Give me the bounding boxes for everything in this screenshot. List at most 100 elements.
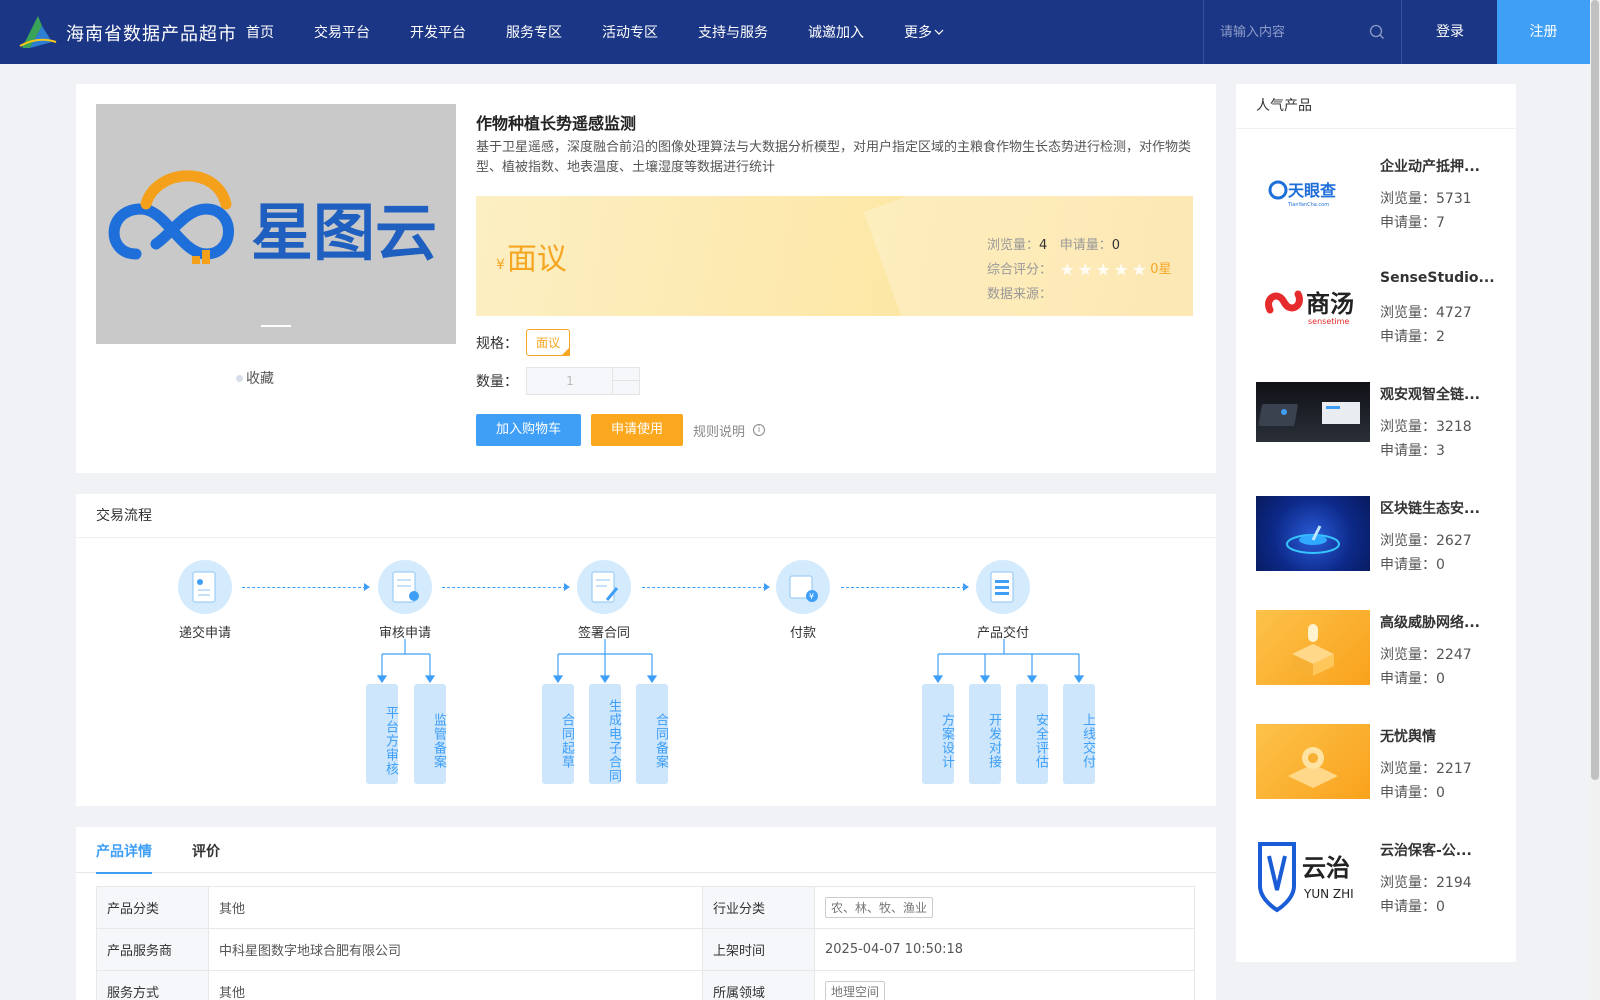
top-navbar: 海南省数据产品超市 首页 交易平台 开发平台 服务专区 活动专区 支持与服务 诚… xyxy=(0,0,1590,64)
yunzhi-logo-sub: YUN ZHI xyxy=(1303,887,1354,901)
price-value: 面议 xyxy=(506,242,567,277)
source-label: 数据来源： xyxy=(987,286,1053,302)
add-to-cart-button[interactable]: 加入购物车 xyxy=(476,414,582,446)
table-value: 地理空间 xyxy=(814,970,1195,1000)
tab-product-details[interactable]: 产品详情 xyxy=(96,841,152,874)
popular-item[interactable]: 高级威胁网络... 浏览量：2247 申请量：0 xyxy=(1256,610,1506,690)
yunzhi-logo-icon: 云治 YUN ZHI xyxy=(1256,838,1370,913)
applies-count: 0 xyxy=(1436,899,1445,915)
star-icon xyxy=(1132,263,1147,276)
rating-stars: 0星 xyxy=(1060,258,1172,282)
nav-home[interactable]: 首页 xyxy=(246,22,274,42)
details-card: 产品详情 评价 产品分类 其他 行业分类 农、林、牧、渔业 产品服务商 中科星图… xyxy=(76,827,1216,1000)
applies-count: 0 xyxy=(1436,557,1445,573)
search-icon[interactable] xyxy=(1369,24,1385,40)
popular-item-name[interactable]: 高级威胁网络... xyxy=(1380,612,1496,632)
scrollbar-thumb[interactable] xyxy=(1591,0,1599,780)
login-button[interactable]: 登录 xyxy=(1403,0,1497,64)
nav-services[interactable]: 服务专区 xyxy=(506,22,562,42)
site-logo-icon[interactable] xyxy=(18,12,58,52)
views-count: 5731 xyxy=(1436,191,1472,207)
product-stats: 浏览量：4 申请量：0 综合评分： 0星 数据来源： xyxy=(987,234,1172,307)
industry-chip: 农、林、牧、渔业 xyxy=(825,897,934,918)
apply-use-button[interactable]: 申请使用 xyxy=(591,414,684,446)
quantity-arrows[interactable] xyxy=(612,368,640,394)
popular-item-views: 浏览量：2194 xyxy=(1380,872,1472,892)
views-label: 浏览量： xyxy=(1380,419,1436,435)
product-title: 作物种植长势遥感监测 xyxy=(476,114,637,133)
sensetime-logo-text: 商汤 xyxy=(1306,290,1354,318)
yunzhi-logo-text: 云治 xyxy=(1302,854,1350,882)
info-icon: i xyxy=(753,424,766,436)
popular-item[interactable]: 云治 YUN ZHI 云治保客-公... 浏览量：2194 申请量：0 xyxy=(1256,838,1506,918)
views-label: 浏览量： xyxy=(1380,647,1436,663)
popular-item-name[interactable]: 无忧舆情 xyxy=(1380,726,1496,746)
favorite-label: 收藏 xyxy=(246,371,274,387)
currency-symbol: ¥ xyxy=(496,257,505,273)
table-value: 中科星图数字地球合肥有限公司 xyxy=(208,928,703,971)
popular-item[interactable]: 商汤 sensetime SenseStudio... 浏览量：4727 申请量：… xyxy=(1256,268,1506,348)
price-panel: ¥面议 浏览量：4 申请量：0 综合评分： 0星 数据来源： xyxy=(476,196,1193,316)
table-value: 其他 xyxy=(208,886,703,929)
nav-activities[interactable]: 活动专区 xyxy=(602,22,658,42)
popular-item-applies: 申请量：0 xyxy=(1380,554,1445,574)
nav-trading[interactable]: 交易平台 xyxy=(314,22,370,42)
popular-item[interactable]: 天眼查 TianYanCha.com 企业动产抵押... 浏览量：5731 申请量… xyxy=(1256,154,1506,234)
tab-reviews[interactable]: 评价 xyxy=(192,841,220,872)
product-image[interactable]: 星图云 xyxy=(96,104,456,344)
quantity-value[interactable]: 1 xyxy=(527,368,613,394)
spec-option[interactable]: 面议 xyxy=(526,329,571,356)
popular-item-name[interactable]: 区块链生态安... xyxy=(1380,498,1496,518)
product-description: 基于卫星遥感，深度融合前沿的图像处理算法与大数据分析模型，对用户指定区域的主粮食… xyxy=(476,140,1192,175)
chevron-down-icon xyxy=(934,29,944,35)
favorite-icon xyxy=(236,374,243,382)
sentiment-product-thumbnail xyxy=(1256,724,1370,799)
popular-item-applies: 申请量：0 xyxy=(1380,782,1445,802)
star-icon xyxy=(1114,263,1129,276)
search-box xyxy=(1203,0,1402,64)
nav-join[interactable]: 诚邀加入 xyxy=(808,22,864,42)
page-scrollbar[interactable] xyxy=(1590,0,1600,1000)
popular-item-name[interactable]: 云治保客-公... xyxy=(1380,840,1496,860)
threat-network-product-thumbnail xyxy=(1256,610,1370,685)
views-label: 浏览量： xyxy=(987,238,1040,253)
applies-label: 申请量： xyxy=(1380,557,1436,573)
details-table: 产品分类 其他 行业分类 农、林、牧、渔业 产品服务商 中科星图数字地球合肥有限… xyxy=(96,886,1195,1000)
tianyancha-logo-icon: 天眼查 TianYanCha.com xyxy=(1256,154,1370,229)
carousel-indicator[interactable] xyxy=(261,325,291,327)
popular-item[interactable]: 无忧舆情 浏览量：2217 申请量：0 xyxy=(1256,724,1506,804)
register-button[interactable]: 注册 xyxy=(1497,0,1590,64)
table-key: 所属领域 xyxy=(702,970,815,1000)
tianyancha-logo-sub: TianYanCha.com xyxy=(1287,202,1329,208)
product-card: 星图云 收藏 作物种植长势遥感监测 基于卫星遥感，深度融合前沿的图像处理算法与大… xyxy=(76,84,1216,473)
views-count: 2217 xyxy=(1436,761,1472,777)
nav-development[interactable]: 开发平台 xyxy=(410,22,466,42)
nav-more[interactable]: 更多 xyxy=(904,22,944,42)
table-value: 其他 xyxy=(208,970,703,1000)
popular-item-name[interactable]: SenseStudio... xyxy=(1380,270,1496,286)
quantity-label: 数量： xyxy=(476,374,518,390)
quantity-row: 数量： 1 xyxy=(476,367,640,395)
nav-support[interactable]: 支持与服务 xyxy=(698,22,768,42)
search-input[interactable] xyxy=(1220,22,1360,42)
sub-step-platform-review: 平台方审核 xyxy=(366,684,398,784)
popular-item[interactable]: 观安观智全链... 浏览量：3218 申请量：3 xyxy=(1256,382,1506,462)
popular-item-name[interactable]: 企业动产抵押... xyxy=(1380,156,1496,176)
views-label: 浏览量： xyxy=(1380,875,1436,891)
tianyancha-logo-text: 天眼查 xyxy=(1288,181,1336,200)
table-key: 上架时间 xyxy=(702,928,815,971)
trade-flow-card: 交易流程 递交申请 审核申请 签署合同 ¥ 付款 产品交付 平台方审核 监管备案… xyxy=(76,494,1216,806)
applies-label: 申请量： xyxy=(1380,899,1436,915)
popular-item-name[interactable]: 观安观智全链... xyxy=(1380,384,1496,404)
site-name[interactable]: 海南省数据产品超市 xyxy=(66,20,237,46)
quantity-stepper[interactable]: 1 xyxy=(526,367,640,395)
popular-item-applies: 申请量：0 xyxy=(1380,668,1445,688)
popular-item-views: 浏览量：5731 xyxy=(1380,188,1472,208)
table-value: 农、林、牧、渔业 xyxy=(814,886,1195,929)
popular-item[interactable]: 区块链生态安... 浏览量：2627 申请量：0 xyxy=(1256,496,1506,576)
applies-count: 2 xyxy=(1436,329,1445,345)
rules-link[interactable]: 规则说明 i xyxy=(693,421,766,440)
favorite-button[interactable]: 收藏 xyxy=(236,368,274,388)
details-tabs: 产品详情 评价 xyxy=(76,827,1216,874)
rating-label: 综合评分： xyxy=(987,262,1053,278)
